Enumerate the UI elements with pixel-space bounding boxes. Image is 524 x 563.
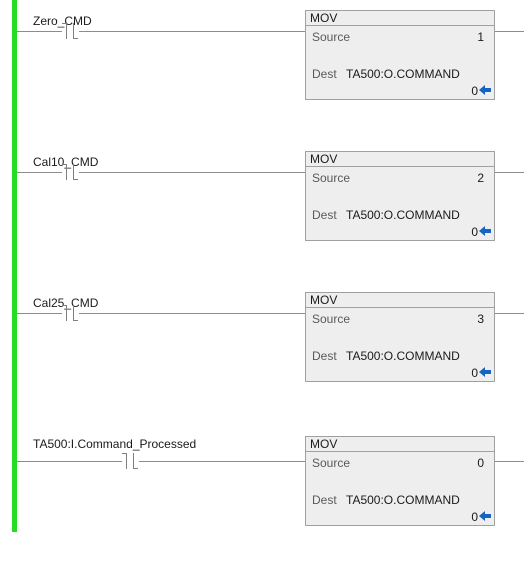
source-value[interactable]: 3 bbox=[477, 312, 484, 326]
xic-contact-icon[interactable] bbox=[121, 453, 139, 469]
rung-wire bbox=[79, 172, 305, 173]
dest-value: 0 bbox=[471, 366, 478, 380]
dest-tag[interactable]: TA500:O.COMMAND bbox=[346, 208, 460, 222]
mov-instruction[interactable]: MOV Source 0 Dest TA500:O.COMMAND 0 bbox=[305, 436, 495, 526]
dest-tag[interactable]: TA500:O.COMMAND bbox=[346, 349, 460, 363]
dest-tag[interactable]: TA500:O.COMMAND bbox=[346, 67, 460, 81]
dest-label: Dest bbox=[312, 208, 337, 222]
dest-label: Dest bbox=[312, 493, 337, 507]
rung-wire bbox=[79, 313, 305, 314]
rung-wire bbox=[17, 31, 62, 32]
source-label: Source bbox=[312, 312, 351, 326]
dest-value: 0 bbox=[471, 225, 478, 239]
xic-contact-icon[interactable] bbox=[61, 23, 79, 39]
rung-wire bbox=[495, 172, 524, 173]
instruction-name: MOV bbox=[306, 11, 494, 26]
dest-label: Dest bbox=[312, 67, 337, 81]
dest-value: 0 bbox=[471, 510, 478, 524]
source-value[interactable]: 2 bbox=[477, 171, 484, 185]
arrow-left-icon bbox=[479, 367, 491, 377]
rung-wire bbox=[495, 461, 524, 462]
xic-contact-icon[interactable] bbox=[61, 305, 79, 321]
source-value[interactable]: 0 bbox=[477, 456, 484, 470]
rung[interactable]: Zero_CMD MOV Source 1 Dest TA500:O.COMMA… bbox=[0, 10, 524, 140]
mov-instruction[interactable]: MOV Source 3 Dest TA500:O.COMMAND 0 bbox=[305, 292, 495, 382]
source-label: Source bbox=[312, 30, 351, 44]
arrow-left-icon bbox=[479, 511, 491, 521]
contact-tag[interactable]: TA500:I.Command_Processed bbox=[33, 437, 196, 451]
dest-tag[interactable]: TA500:O.COMMAND bbox=[346, 493, 460, 507]
rung-wire bbox=[17, 172, 62, 173]
rung-wire bbox=[17, 461, 122, 462]
arrow-left-icon bbox=[479, 226, 491, 236]
dest-value: 0 bbox=[471, 84, 478, 98]
arrow-left-icon bbox=[479, 85, 491, 95]
rung[interactable]: Cal25_CMD MOV Source 3 Dest TA500:O.COMM… bbox=[0, 292, 524, 422]
rung-wire bbox=[495, 313, 524, 314]
source-label: Source bbox=[312, 456, 351, 470]
source-label: Source bbox=[312, 171, 351, 185]
instruction-name: MOV bbox=[306, 152, 494, 167]
rung-wire bbox=[79, 31, 305, 32]
xic-contact-icon[interactable] bbox=[61, 164, 79, 180]
source-value[interactable]: 1 bbox=[477, 30, 484, 44]
rung[interactable]: Cal10_CMD MOV Source 2 Dest TA500:O.COMM… bbox=[0, 151, 524, 281]
instruction-name: MOV bbox=[306, 437, 494, 452]
rung-wire bbox=[495, 31, 524, 32]
mov-instruction[interactable]: MOV Source 2 Dest TA500:O.COMMAND 0 bbox=[305, 151, 495, 241]
rung-wire bbox=[139, 461, 305, 462]
rung-wire bbox=[17, 313, 62, 314]
rung[interactable]: TA500:I.Command_Processed MOV Source 0 D… bbox=[0, 433, 524, 563]
instruction-name: MOV bbox=[306, 293, 494, 308]
mov-instruction[interactable]: MOV Source 1 Dest TA500:O.COMMAND 0 bbox=[305, 10, 495, 100]
dest-label: Dest bbox=[312, 349, 337, 363]
